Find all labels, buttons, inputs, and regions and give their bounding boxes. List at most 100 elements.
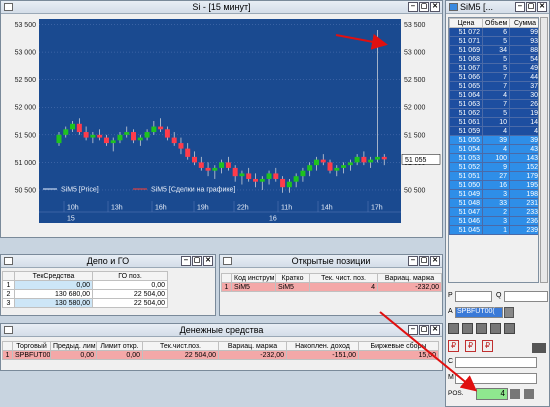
candlestick-chart[interactable]: 50 500 51 000 51 500 52 000 52 500 53 000 53 5… — [1, 15, 442, 237]
sum-cell: 195 — [509, 180, 538, 190]
money-table[interactable]: Торговый Предыд. лимит Лимит откр. Тек.ч… — [2, 341, 439, 360]
buy-row[interactable]: 51 046 3 236 — [449, 216, 538, 226]
col-header[interactable]: Торговый — [12, 341, 51, 351]
buy-row[interactable]: 51 047 2 233 — [449, 207, 538, 217]
table-row[interactable]: 1 SiM5 SiM5 4 -232,00 — [221, 282, 442, 292]
col-header[interactable]: Лимит откр. — [96, 341, 143, 351]
sell-icon[interactable]: ₽ — [465, 340, 476, 352]
positions-table[interactable]: Код инструм Кратко Тек. чист. поз. Вариа… — [221, 273, 442, 292]
col-header[interactable] — [2, 341, 13, 351]
orderbook-scrollbar[interactable] — [540, 17, 548, 283]
account-select[interactable]: SPBFUT00( — [455, 307, 503, 318]
minimize-button[interactable]: ‒ — [408, 256, 418, 266]
sell-row[interactable]: 51 063 7 26 — [449, 99, 538, 109]
table-row[interactable]: 1 0,00 0,00 — [2, 280, 168, 290]
maximize-button[interactable]: ▢ — [419, 325, 429, 335]
buy-row[interactable]: 51 049 3 198 — [449, 189, 538, 199]
price-input[interactable] — [455, 291, 492, 302]
buy-row[interactable]: 51 052 9 152 — [449, 162, 538, 172]
pos-button[interactable] — [524, 389, 534, 399]
minimize-button[interactable]: ‒ — [515, 2, 525, 12]
position-label: POS. — [448, 390, 464, 397]
minimize-button[interactable]: ‒ — [408, 2, 418, 12]
candle-body — [354, 156, 360, 163]
cancel-icon[interactable]: ₽ — [482, 340, 493, 352]
buy-row[interactable]: 51 050 16 195 — [449, 180, 538, 190]
sum-cell: 49 — [509, 63, 538, 73]
col-header[interactable]: Накоплен. доход — [286, 341, 359, 351]
buy-row[interactable]: 51 054 4 43 — [449, 144, 538, 154]
positions-titlebar[interactable]: Открытые позиции ‒ ▢ ✕ — [220, 255, 442, 268]
table-row[interactable]: 3 130 580,00 22 504,00 — [2, 298, 168, 308]
right-y-tick-label: 53 500 — [404, 22, 426, 29]
candle-body — [124, 132, 130, 135]
maximize-button[interactable]: ▢ — [419, 256, 429, 266]
pos-button[interactable] — [510, 389, 520, 399]
candle-body — [246, 173, 252, 179]
money-titlebar[interactable]: Денежные средства ‒ ▢ ✕ — [1, 324, 442, 337]
depo-table[interactable]: ТекСредства ГО поз. 1 0,00 0,00 2 130 68… — [2, 271, 168, 308]
sell-row[interactable]: 51 072 6 99 — [449, 27, 538, 37]
quantity-input[interactable] — [504, 291, 548, 302]
table-row[interactable]: 2 130 680,00 22 504,00 — [2, 289, 168, 299]
col-header[interactable]: ГО поз. — [92, 271, 168, 281]
col-header[interactable]: Вариац. маржа — [218, 341, 287, 351]
buy-row[interactable]: 51 051 27 179 — [449, 171, 538, 181]
account-button[interactable] — [504, 307, 514, 318]
col-header[interactable]: Сумма — [509, 18, 538, 28]
sell-row[interactable]: 51 064 4 30 — [449, 90, 538, 100]
candle-body — [280, 178, 286, 188]
sell-row[interactable]: 51 059 4 4 — [449, 126, 538, 136]
col-header[interactable]: Предыд. лимит — [50, 341, 97, 351]
settings-icon[interactable] — [532, 343, 546, 353]
col-header[interactable]: Тек.чист.поз. — [142, 341, 219, 351]
sell-row[interactable]: 51 067 5 49 — [449, 63, 538, 73]
chart-titlebar[interactable]: Si - [15 минут] ‒ ▢ ✕ — [1, 1, 442, 14]
buy-icon[interactable]: ₽ — [448, 340, 459, 352]
close-button[interactable]: ✕ — [430, 325, 440, 335]
sell-row[interactable]: 51 068 5 54 — [449, 54, 538, 64]
maximize-button[interactable]: ▢ — [526, 2, 536, 12]
orderbook-titlebar[interactable]: SiM5 [... ‒ ▢ ✕ — [446, 1, 549, 14]
sell-row[interactable]: 51 069 34 88 — [449, 45, 538, 55]
action-button[interactable] — [476, 323, 487, 334]
condition-select[interactable] — [455, 357, 537, 368]
col-header[interactable]: Цена — [449, 18, 483, 28]
table-row[interactable]: 1 SPBFUT00 0,00 0,00 22 504,00 -232,00 -… — [2, 350, 439, 360]
sell-row[interactable]: 51 061 10 14 — [449, 117, 538, 127]
buy-row[interactable]: 51 048 33 231 — [449, 198, 538, 208]
sell-row[interactable]: 51 071 5 93 — [449, 36, 538, 46]
close-button[interactable]: ✕ — [430, 2, 440, 12]
x-date-label: 15 — [67, 216, 75, 223]
action-button[interactable] — [504, 323, 515, 334]
close-button[interactable]: ✕ — [203, 256, 213, 266]
orderbook-table[interactable]: Цена Объем Сумма 51 072 6 99 51 071 5 93 51 06… — [449, 18, 538, 235]
col-header[interactable]: Код инструм — [231, 273, 276, 283]
col-header[interactable]: Кратко — [275, 273, 310, 283]
close-button[interactable]: ✕ — [430, 256, 440, 266]
col-header[interactable]: Вариац. маржа — [377, 273, 442, 283]
sell-row[interactable]: 51 062 5 19 — [449, 108, 538, 118]
col-header[interactable]: Объем — [482, 18, 510, 28]
mode-select[interactable] — [455, 373, 537, 384]
buy-row[interactable]: 51 055 39 39 — [449, 135, 538, 145]
right-y-tick-label: 52 000 — [404, 105, 426, 112]
minimize-button[interactable]: ‒ — [181, 256, 191, 266]
minimize-button[interactable]: ‒ — [408, 325, 418, 335]
sell-row[interactable]: 51 066 7 44 — [449, 72, 538, 82]
maximize-button[interactable]: ▢ — [419, 2, 429, 12]
action-button[interactable] — [448, 323, 459, 334]
col-header[interactable]: Биржевые сборы — [358, 341, 439, 351]
action-button[interactable] — [490, 323, 501, 334]
col-header[interactable]: ТекСредства — [14, 271, 93, 281]
buy-row[interactable]: 51 045 1 239 — [449, 225, 538, 235]
depo-titlebar[interactable]: Депо и ГО ‒ ▢ ✕ — [1, 255, 215, 268]
buy-row[interactable]: 51 053 100 143 — [449, 153, 538, 163]
action-button[interactable] — [462, 323, 473, 334]
maximize-button[interactable]: ▢ — [192, 256, 202, 266]
col-header[interactable]: Тек. чист. поз. — [309, 273, 378, 283]
col-header[interactable] — [2, 271, 15, 281]
sell-row[interactable]: 51 065 7 37 — [449, 81, 538, 91]
close-button[interactable]: ✕ — [537, 2, 547, 12]
col-header[interactable] — [221, 273, 232, 283]
